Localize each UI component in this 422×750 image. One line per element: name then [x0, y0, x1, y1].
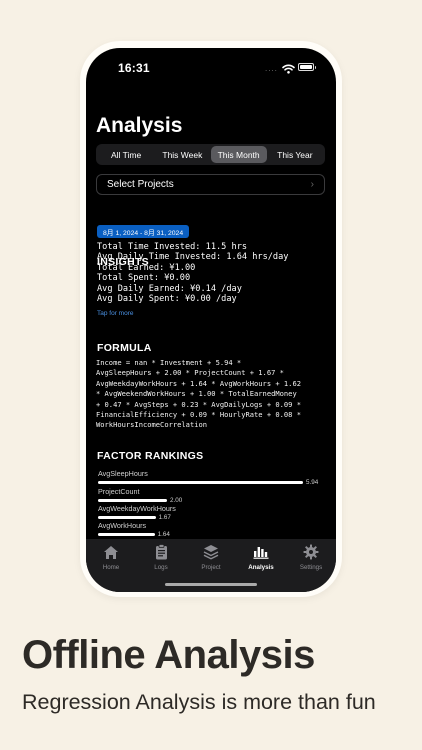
- ranking-name: AvgWeekdayWorkHours: [98, 504, 176, 513]
- segment-this-week[interactable]: This Week: [154, 146, 210, 163]
- segment-this-month[interactable]: This Month: [210, 146, 267, 163]
- insight-line: Total Earned: ¥1.00: [97, 262, 196, 273]
- tab-settings[interactable]: Settings: [286, 543, 336, 592]
- marketing-headline: Offline Analysis: [22, 633, 315, 677]
- clipboard-icon: [152, 543, 170, 561]
- gear-icon: [302, 543, 320, 561]
- status-bar: 16:31 ....: [86, 48, 336, 88]
- tab-label: Project: [201, 564, 221, 571]
- ranking-item: ProjectCount 2.00: [98, 487, 328, 504]
- ranking-name: AvgSleepHours: [98, 469, 148, 478]
- factor-rankings-heading: FACTOR RANKINGS: [97, 450, 204, 462]
- tab-label: Settings: [299, 564, 323, 571]
- ranking-item: AvgWeekdayWorkHours 1.67: [98, 504, 328, 521]
- tap-for-more-link[interactable]: Tap for more: [97, 310, 134, 317]
- insight-line: Avg Daily Time Invested: 1.64 hrs/day: [97, 252, 289, 263]
- home-indicator: [165, 583, 257, 586]
- chevron-right-icon: ›: [310, 179, 314, 190]
- ranking-bar: [98, 498, 168, 502]
- insight-line: Total Spent: ¥0.00: [97, 273, 191, 284]
- cellular-signal-icon: ....: [265, 64, 278, 73]
- segment-all-time[interactable]: All Time: [98, 146, 154, 163]
- house-icon: [102, 543, 120, 561]
- formula-text: Income = nan * Investment + 5.94 * AvgSl…: [96, 358, 301, 430]
- insights-list[interactable]: Total Time Invested: 11.5 hrs Avg Daily …: [97, 242, 327, 304]
- ranking-name: ProjectCount: [98, 487, 140, 496]
- ranking-bar: [98, 532, 155, 536]
- marketing-subline: Regression Analysis is more than fun: [22, 690, 376, 714]
- time-range-segmented-control: All Time This Week This Month This Year: [96, 144, 325, 165]
- page-title: Analysis: [96, 114, 183, 137]
- ranking-value: 1.67: [158, 513, 171, 521]
- status-time: 16:31: [118, 61, 150, 75]
- insight-line: Avg Daily Spent: ¥0.00 /day: [97, 294, 237, 305]
- ranking-item: AvgSleepHours 5.94: [98, 469, 328, 486]
- select-projects-label: Select Projects: [107, 179, 174, 190]
- ranking-value: 1.64: [157, 530, 170, 538]
- insight-line: Avg Daily Earned: ¥0.14 /day: [97, 283, 242, 294]
- segment-this-year[interactable]: This Year: [267, 146, 323, 163]
- date-range-badge: 8月 1, 2024 - 8月 31, 2024: [97, 225, 190, 238]
- tab-label: Analysis: [248, 564, 274, 571]
- tab-label: Home: [102, 564, 120, 571]
- ranking-item: AvgWorkHours 1.64: [98, 521, 328, 538]
- ranking-value: 5.94: [306, 478, 319, 486]
- select-projects-button[interactable]: Select Projects ›: [96, 174, 325, 195]
- ranking-value: 2.00: [170, 496, 183, 504]
- tab-home[interactable]: Home: [86, 543, 136, 592]
- ranking-bar: [98, 515, 156, 519]
- ranking-name: AvgWorkHours: [98, 521, 147, 530]
- layers-icon: [202, 543, 220, 561]
- battery-icon: [298, 63, 316, 71]
- formula-heading: FORMULA: [97, 342, 152, 354]
- tab-label: Logs: [154, 564, 168, 571]
- phone-screen: 16:31 .... Analysis All Time This Week T…: [86, 48, 336, 592]
- wifi-icon: [282, 61, 295, 79]
- chart-bars-icon: [252, 543, 270, 561]
- insight-line: Total Time Invested: 11.5 hrs: [97, 242, 248, 252]
- ranking-bar: [98, 480, 303, 484]
